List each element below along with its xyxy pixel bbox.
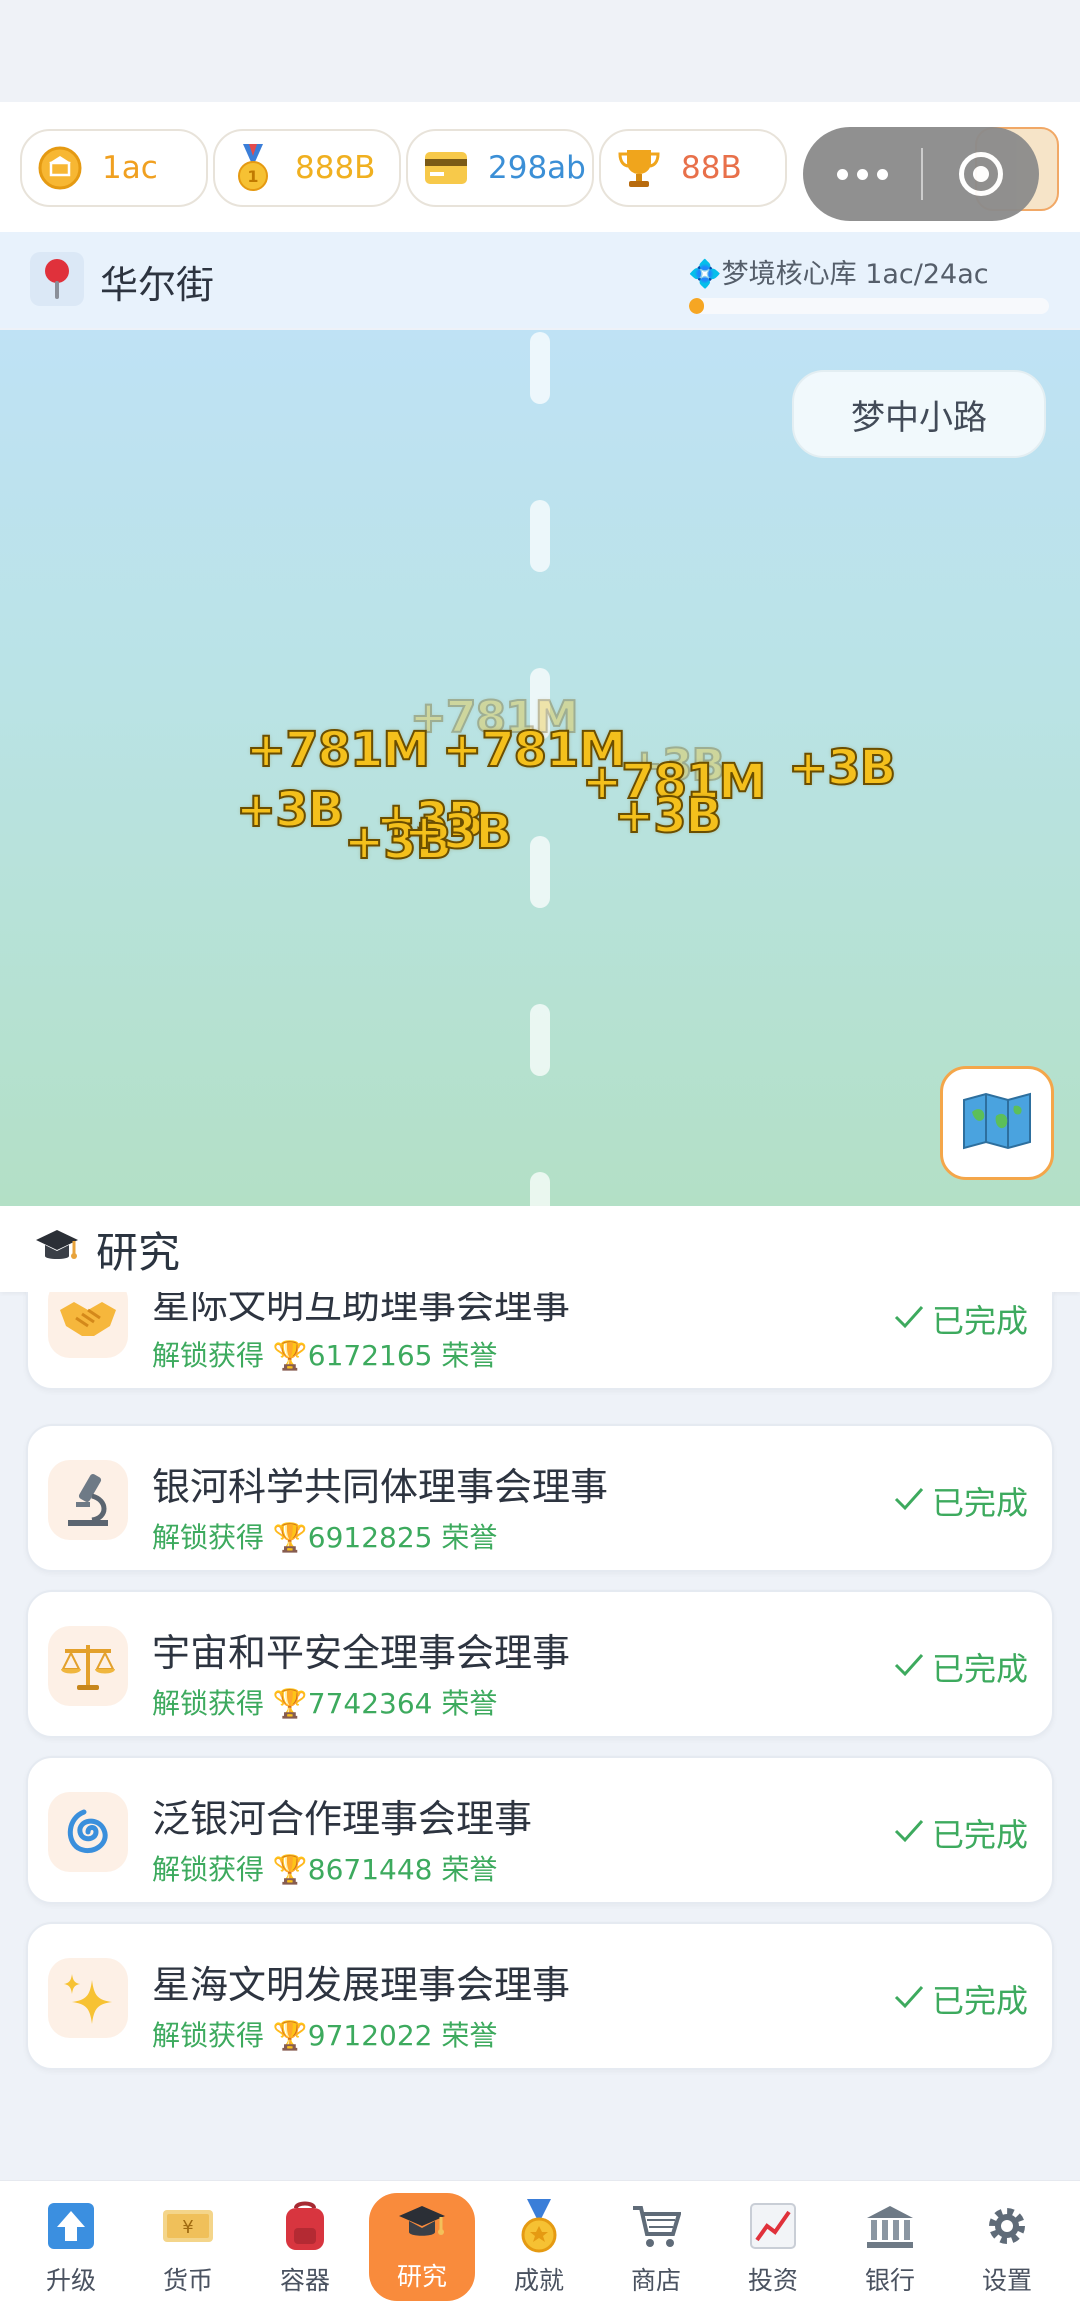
research-item-reward: 解锁获得 🏆8671448 荣誉 — [152, 1853, 498, 1886]
floating-income: +781M — [245, 721, 431, 779]
research-item[interactable]: 星际文明互助理事会理事 解锁获得 🏆6172165 荣誉 已完成 — [26, 1292, 1054, 1390]
road-dash — [530, 1172, 550, 1206]
nav-invest[interactable]: 投资 — [720, 2197, 826, 2301]
coin-pill[interactable]: 1ac — [20, 129, 208, 207]
nav-bank[interactable]: 银行 — [837, 2197, 943, 2301]
handshake-icon — [48, 1292, 128, 1358]
floating-income: +3B — [787, 739, 897, 797]
research-item-reward: 解锁获得 🏆9712022 荣誉 — [152, 2019, 498, 2052]
credit-card-icon — [422, 144, 470, 192]
research-item-status: 已完成 — [894, 1296, 1028, 1342]
map-button[interactable] — [940, 1066, 1054, 1180]
road-dash — [530, 332, 550, 404]
road-dash — [530, 836, 550, 908]
road-name-button[interactable]: 梦中小路 — [792, 370, 1046, 458]
cart-icon — [629, 2199, 683, 2253]
game-scene[interactable]: 梦中小路 +781M +781M +781M +3B +781M +3B +3B… — [0, 330, 1080, 1206]
gear-icon — [980, 2199, 1034, 2253]
research-item-name: 星际文明互助理事会理事 — [152, 1292, 571, 1327]
microscope-icon — [48, 1460, 128, 1540]
road-dash — [530, 1004, 550, 1076]
floating-income: +3B — [403, 803, 513, 861]
coin-icon — [36, 144, 84, 192]
medal-value: 888B — [295, 150, 376, 186]
sparkles-icon — [48, 1958, 128, 2038]
research-item-status: 已完成 — [894, 1478, 1028, 1524]
floating-income: +3B — [613, 787, 723, 845]
check-icon — [894, 1300, 924, 1338]
trophy-pill[interactable]: 88B — [599, 129, 787, 207]
target-icon — [959, 152, 1003, 196]
bottom-nav: 升级 ¥ 货币 容器 研究 成就 商店 投资 银行 设置 — [0, 2180, 1080, 2310]
coin-value: 1ac — [102, 150, 158, 186]
vault-label: 💠梦境核心库 1ac/24ac — [688, 259, 989, 290]
research-item-name: 宇宙和平安全理事会理事 — [152, 1631, 571, 1675]
galaxy-icon — [48, 1792, 128, 1872]
bank-icon — [863, 2199, 917, 2253]
check-icon — [894, 1980, 924, 2018]
research-item-reward: 解锁获得 🏆6172165 荣誉 — [152, 1339, 498, 1372]
research-header: 研究 — [0, 1206, 1080, 1292]
status-bar-area — [0, 0, 1080, 102]
card-pill[interactable]: 298ab — [406, 129, 594, 207]
research-list[interactable]: 星际文明互助理事会理事 解锁获得 🏆6172165 荣誉 已完成 银河科学共同体… — [0, 1292, 1080, 2192]
floating-income: +3B — [235, 781, 345, 839]
location-pin-icon — [30, 252, 84, 306]
trophy-icon — [615, 144, 663, 192]
check-icon — [894, 1482, 924, 1520]
research-item-name: 泛银河合作理事会理事 — [152, 1797, 533, 1841]
medal-pill[interactable]: 1 888B — [213, 129, 401, 207]
world-map-icon — [962, 1092, 1032, 1154]
research-title: 研究 — [96, 1227, 181, 1277]
miniprogram-capsule — [803, 127, 1039, 221]
graduation-cap-icon — [34, 1224, 80, 1274]
research-item-status: 已完成 — [894, 1976, 1028, 2022]
research-item-reward: 解锁获得 🏆7742364 荣誉 — [152, 1687, 498, 1720]
nav-currency[interactable]: ¥ 货币 — [135, 2197, 241, 2301]
research-item[interactable]: 泛银河合作理事会理事 解锁获得 🏆8671448 荣誉 已完成 — [26, 1756, 1054, 1904]
backpack-icon — [278, 2199, 332, 2253]
upgrade-icon — [44, 2199, 98, 2253]
svg-text:¥: ¥ — [182, 2217, 193, 2238]
nav-shop[interactable]: 商店 — [603, 2197, 709, 2301]
check-icon — [894, 1814, 924, 1852]
research-item[interactable]: 银河科学共同体理事会理事 解锁获得 🏆6912825 荣誉 已完成 — [26, 1424, 1054, 1572]
research-item-name: 银河科学共同体理事会理事 — [152, 1465, 609, 1509]
vault-progress-fill — [689, 298, 704, 314]
nav-upgrade[interactable]: 升级 — [18, 2197, 124, 2301]
card-value: 298ab — [488, 150, 586, 186]
more-menu-button[interactable] — [803, 168, 921, 180]
road-dash — [530, 500, 550, 572]
svg-text:1: 1 — [247, 167, 258, 186]
check-icon — [894, 1648, 924, 1686]
research-item-name: 星海文明发展理事会理事 — [152, 1963, 571, 2007]
medal-icon — [512, 2199, 566, 2253]
chart-icon — [746, 2199, 800, 2253]
research-item-status: 已完成 — [894, 1644, 1028, 1690]
research-item-reward: 解锁获得 🏆6912825 荣誉 — [152, 1521, 498, 1554]
currency-icon: ¥ — [161, 2199, 215, 2253]
graduation-cap-icon — [395, 2195, 449, 2249]
medal-icon: 1 — [229, 144, 277, 192]
nav-achievement[interactable]: 成就 — [486, 2197, 592, 2301]
vault-progress-bar — [689, 298, 1049, 314]
close-miniprogram-button[interactable] — [923, 152, 1039, 196]
location-bar: 华尔街 💠梦境核心库 1ac/24ac — [0, 232, 1080, 328]
nav-research[interactable]: 研究 — [369, 2193, 475, 2301]
nav-settings[interactable]: 设置 — [954, 2197, 1060, 2301]
nav-container[interactable]: 容器 — [252, 2197, 358, 2301]
research-item[interactable]: 星海文明发展理事会理事 解锁获得 🏆9712022 荣誉 已完成 — [26, 1922, 1054, 2070]
research-item-status: 已完成 — [894, 1810, 1028, 1856]
scales-icon — [48, 1626, 128, 1706]
location-name: 华尔街 — [100, 263, 215, 307]
research-item[interactable]: 宇宙和平安全理事会理事 解锁获得 🏆7742364 荣誉 已完成 — [26, 1590, 1054, 1738]
trophy-value: 88B — [681, 150, 742, 186]
